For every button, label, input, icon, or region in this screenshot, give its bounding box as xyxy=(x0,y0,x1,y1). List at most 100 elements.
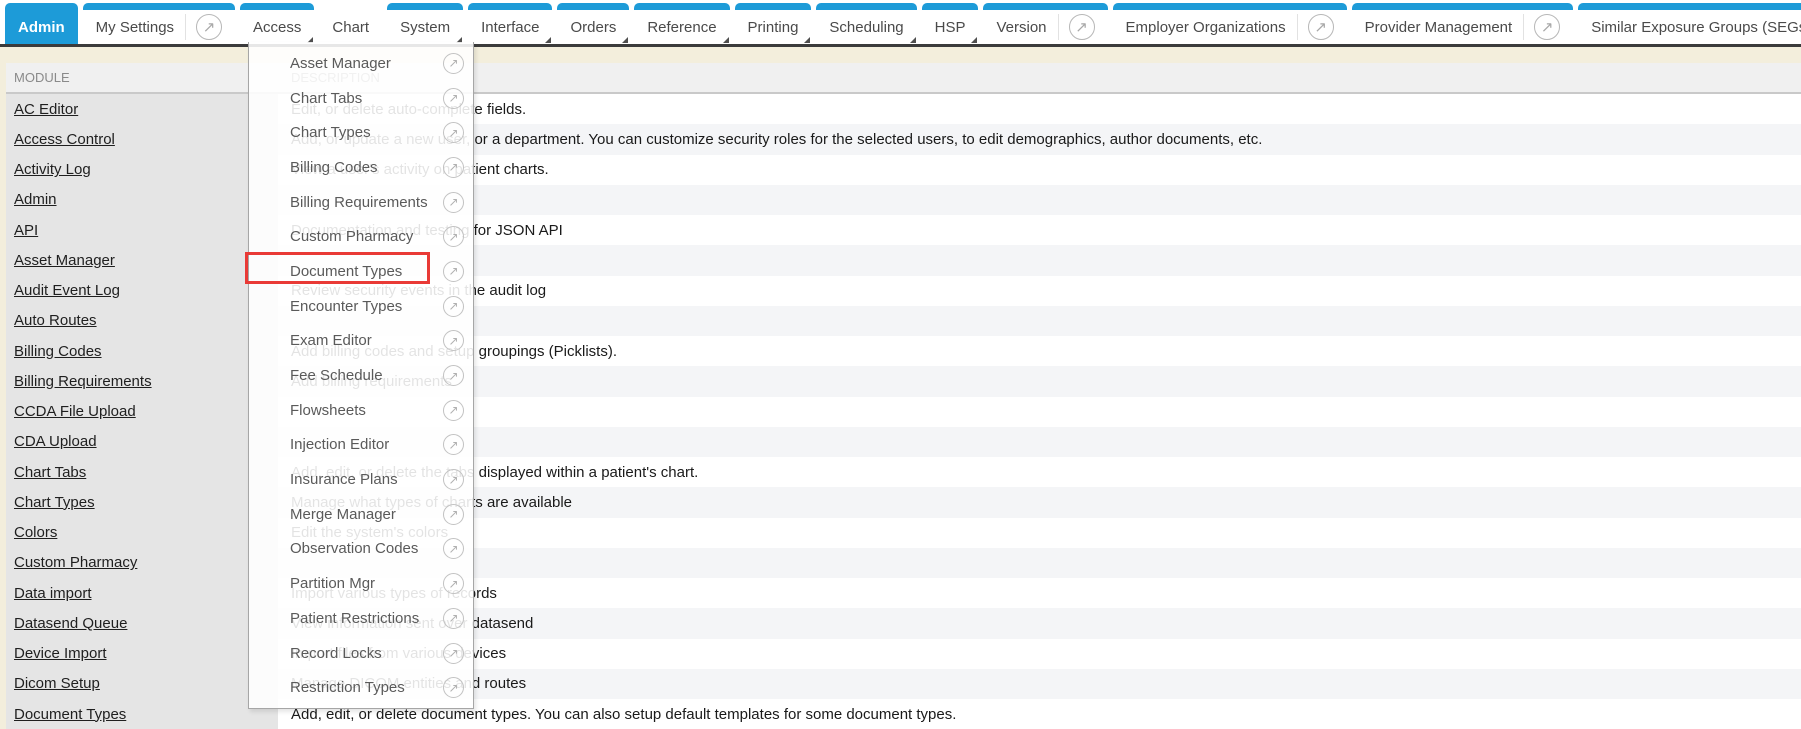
module-link-chart-types[interactable]: Chart Types xyxy=(14,494,95,511)
module-link-ac-editor[interactable]: AC Editor xyxy=(14,101,78,118)
external-link-icon[interactable]: ↗ xyxy=(443,608,464,629)
external-link-icon[interactable]: ↗ xyxy=(443,226,464,247)
external-link-icon[interactable]: ↗ xyxy=(443,434,464,455)
nav-tab-chart[interactable]: Chart xyxy=(319,3,382,44)
nav-tab-orders[interactable]: Orders xyxy=(557,3,629,44)
nav-tab-label: HSP xyxy=(935,19,966,36)
nav-tab-my-settings[interactable]: My Settings↗ xyxy=(83,3,235,44)
module-link-auto-routes[interactable]: Auto Routes xyxy=(14,312,97,329)
module-link-colors[interactable]: Colors xyxy=(14,524,57,541)
menu-item-partition-mgr[interactable]: Partition Mgr↗ xyxy=(249,566,473,601)
module-link-billing-codes[interactable]: Billing Codes xyxy=(14,343,102,360)
description-cell xyxy=(278,397,1801,427)
module-link-cda-upload[interactable]: CDA Upload xyxy=(14,433,97,450)
menu-item-billing-requirements[interactable]: Billing Requirements↗ xyxy=(249,185,473,220)
menu-item-label: Chart Types xyxy=(290,124,443,141)
nav-tab-access[interactable]: Access xyxy=(240,3,314,44)
menu-item-fee-schedule[interactable]: Fee Schedule↗ xyxy=(249,358,473,393)
external-link-icon[interactable]: ↗ xyxy=(443,122,464,143)
nav-tab-employer-organizations[interactable]: Employer Organizations↗ xyxy=(1113,3,1347,44)
menu-item-exam-editor[interactable]: Exam Editor↗ xyxy=(249,324,473,359)
external-link-icon[interactable]: ↗ xyxy=(443,538,464,559)
nav-tab-printing[interactable]: Printing xyxy=(735,3,812,44)
external-link-icon[interactable]: ↗ xyxy=(1534,14,1560,40)
external-link-icon[interactable]: ↗ xyxy=(443,192,464,213)
menu-item-flowsheets[interactable]: Flowsheets↗ xyxy=(249,393,473,428)
external-link-icon[interactable]: ↗ xyxy=(443,261,464,282)
nav-tab-admin[interactable]: Admin xyxy=(5,3,78,44)
module-link-datasend-queue[interactable]: Datasend Queue xyxy=(14,615,127,632)
nav-tab-icon-area: ↗ xyxy=(185,14,222,40)
menu-item-label: Exam Editor xyxy=(290,332,443,349)
external-link-icon[interactable]: ↗ xyxy=(443,88,464,109)
module-link-data-import[interactable]: Data import xyxy=(14,585,92,602)
module-link-access-control[interactable]: Access Control xyxy=(14,131,115,148)
external-link-icon[interactable]: ↗ xyxy=(196,14,222,40)
description-column-header: DESCRIPTION xyxy=(278,63,1801,94)
module-link-api[interactable]: API xyxy=(14,222,38,239)
menu-item-insurance-plans[interactable]: Insurance Plans↗ xyxy=(249,462,473,497)
external-link-icon[interactable]: ↗ xyxy=(443,677,464,698)
nav-tab-label: Printing xyxy=(748,19,799,36)
nav-tab-reference[interactable]: Reference xyxy=(634,3,729,44)
module-link-admin[interactable]: Admin xyxy=(14,191,57,208)
description-cell xyxy=(278,245,1801,275)
external-link-icon[interactable]: ↗ xyxy=(443,643,464,664)
menu-item-custom-pharmacy[interactable]: Custom Pharmacy↗ xyxy=(249,219,473,254)
menu-item-observation-codes[interactable]: Observation Codes↗ xyxy=(249,532,473,567)
external-link-icon[interactable]: ↗ xyxy=(443,400,464,421)
module-link-ccda-file-upload[interactable]: CCDA File Upload xyxy=(14,403,136,420)
external-link-icon[interactable]: ↗ xyxy=(443,504,464,525)
external-link-icon[interactable]: ↗ xyxy=(443,53,464,74)
nav-tab-interface[interactable]: Interface xyxy=(468,3,552,44)
description-cell: Import various types of records xyxy=(278,578,1801,608)
module-link-dicom-setup[interactable]: Dicom Setup xyxy=(14,675,100,692)
module-link-asset-manager[interactable]: Asset Manager xyxy=(14,252,115,269)
description-cell: Manage what types of charts are availabl… xyxy=(278,487,1801,517)
menu-item-patient-restrictions[interactable]: Patient Restrictions↗ xyxy=(249,601,473,636)
module-link-chart-tabs[interactable]: Chart Tabs xyxy=(14,464,86,481)
nav-tab-version[interactable]: Version↗ xyxy=(983,3,1107,44)
menu-item-label: Injection Editor xyxy=(290,436,443,453)
external-link-icon[interactable]: ↗ xyxy=(443,330,464,351)
dropdown-caret-icon xyxy=(804,37,810,43)
menu-item-billing-codes[interactable]: Billing Codes↗ xyxy=(249,150,473,185)
module-link-document-types[interactable]: Document Types xyxy=(14,706,126,723)
menu-item-merge-manager[interactable]: Merge Manager↗ xyxy=(249,497,473,532)
module-row: CDA Upload xyxy=(6,427,278,457)
external-link-icon[interactable]: ↗ xyxy=(443,469,464,490)
external-link-icon[interactable]: ↗ xyxy=(1069,14,1095,40)
description-cell: Documentation and testing for JSON API xyxy=(278,215,1801,245)
menu-item-restriction-types[interactable]: Restriction Types↗ xyxy=(249,670,473,705)
nav-tab-similar-exposure-groups-segs[interactable]: Similar Exposure Groups (SEGs)↗ xyxy=(1578,3,1801,44)
menu-item-asset-manager[interactable]: Asset Manager↗ xyxy=(249,46,473,81)
external-link-icon[interactable]: ↗ xyxy=(443,157,464,178)
menu-item-label: Record Locks xyxy=(290,645,443,662)
description-cell xyxy=(278,548,1801,578)
menu-item-chart-tabs[interactable]: Chart Tabs↗ xyxy=(249,81,473,116)
menu-item-injection-editor[interactable]: Injection Editor↗ xyxy=(249,428,473,463)
nav-tab-hsp[interactable]: HSP xyxy=(922,3,979,44)
external-link-icon[interactable]: ↗ xyxy=(443,296,464,317)
nav-tab-scheduling[interactable]: Scheduling xyxy=(816,3,916,44)
module-link-billing-requirements[interactable]: Billing Requirements xyxy=(14,373,152,390)
menu-item-label: Fee Schedule xyxy=(290,367,443,384)
description-cell: Edit the system's colors xyxy=(278,518,1801,548)
menu-item-record-locks[interactable]: Record Locks↗ xyxy=(249,636,473,671)
external-link-icon[interactable]: ↗ xyxy=(1308,14,1334,40)
module-link-custom-pharmacy[interactable]: Custom Pharmacy xyxy=(14,554,137,571)
nav-tab-system[interactable]: System xyxy=(387,3,463,44)
menu-item-encounter-types[interactable]: Encounter Types↗ xyxy=(249,289,473,324)
external-link-icon[interactable]: ↗ xyxy=(443,573,464,594)
external-link-icon[interactable]: ↗ xyxy=(443,365,464,386)
menu-item-chart-types[interactable]: Chart Types↗ xyxy=(249,115,473,150)
nav-tab-provider-management[interactable]: Provider Management↗ xyxy=(1352,3,1574,44)
module-link-activity-log[interactable]: Activity Log xyxy=(14,161,91,178)
description-cell: Import files from various devices xyxy=(278,639,1801,669)
module-link-audit-event-log[interactable]: Audit Event Log xyxy=(14,282,120,299)
description-cell: Manage DICOM entities and routes xyxy=(278,669,1801,699)
top-navbar: AdminMy Settings↗AccessChartSystemInterf… xyxy=(0,0,1801,47)
module-row: Access Control xyxy=(6,124,278,154)
module-link-device-import[interactable]: Device Import xyxy=(14,645,107,662)
module-row: Data import xyxy=(6,578,278,608)
